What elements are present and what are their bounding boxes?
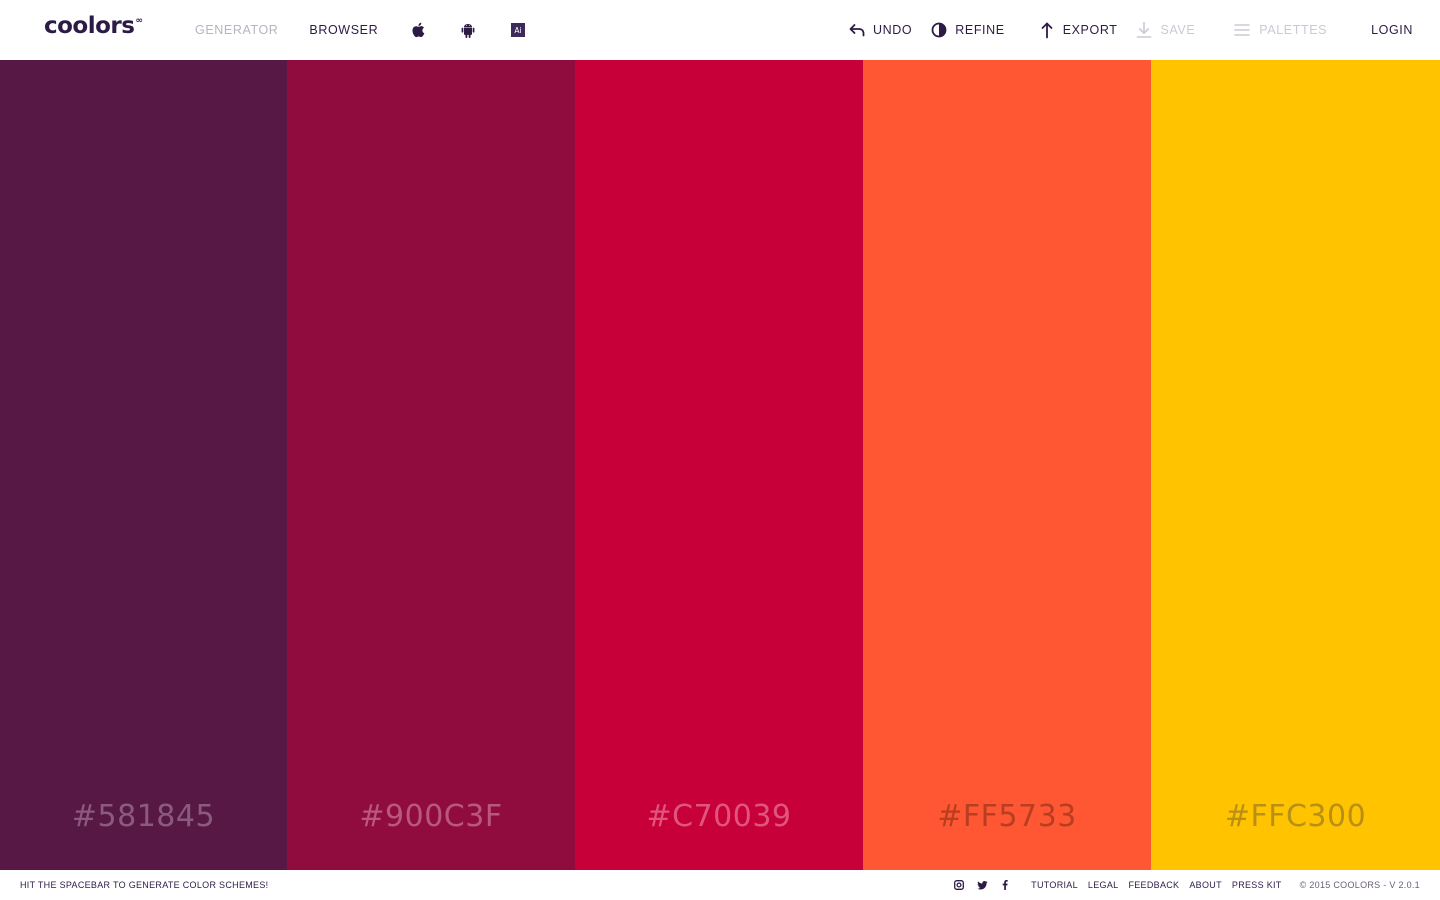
hex-code-label[interactable]: #900C3F bbox=[287, 799, 575, 834]
hex-code-label[interactable]: #C70039 bbox=[575, 799, 863, 834]
color-swatch-3[interactable]: #C70039 bbox=[575, 60, 863, 870]
footer-link-tutorial[interactable]: TUTORIAL bbox=[1031, 880, 1078, 890]
contrast-circle-icon bbox=[930, 21, 948, 39]
color-swatch-5[interactable]: #FFC300 bbox=[1151, 60, 1440, 870]
login-label: LOGIN bbox=[1371, 23, 1413, 37]
hex-code-label[interactable]: #FF5733 bbox=[863, 799, 1151, 834]
undo-label: UNDO bbox=[873, 23, 913, 37]
color-swatch-1[interactable]: #581845 bbox=[0, 60, 287, 870]
spacebar-tip: HIT THE SPACEBAR TO GENERATE COLOR SCHEM… bbox=[20, 880, 269, 890]
toolbar: UNDO REFINE EXPORT SAVE PALETTES LOGIN bbox=[848, 0, 1440, 60]
adobe-illustrator-icon[interactable]: Ai bbox=[509, 21, 527, 39]
footer-link-feedback[interactable]: FEEDBACK bbox=[1128, 880, 1179, 890]
instagram-icon[interactable] bbox=[952, 878, 966, 892]
save-button[interactable]: SAVE bbox=[1135, 21, 1195, 39]
apple-icon[interactable] bbox=[409, 21, 427, 39]
footer-link-about[interactable]: ABOUT bbox=[1189, 880, 1222, 890]
facebook-icon[interactable] bbox=[998, 878, 1012, 892]
logo-text: coolors bbox=[44, 13, 135, 39]
nav-generator[interactable]: GENERATOR bbox=[195, 23, 278, 37]
palettes-button[interactable]: PALETTES bbox=[1233, 21, 1327, 39]
refine-button[interactable]: REFINE bbox=[930, 21, 1004, 39]
footer-bar: HIT THE SPACEBAR TO GENERATE COLOR SCHEM… bbox=[0, 870, 1440, 900]
menu-lines-icon bbox=[1233, 21, 1251, 39]
color-swatch-4[interactable]: #FF5733 bbox=[863, 60, 1151, 870]
top-navigation-bar: coolors ∞ GENERATOR BROWSER Ai UNDO REFI… bbox=[0, 0, 1440, 60]
arrow-up-icon bbox=[1038, 21, 1056, 39]
copyright-text: © 2015 COOLORS - V 2.0.1 bbox=[1299, 880, 1420, 890]
undo-arrow-icon bbox=[848, 21, 866, 39]
download-icon bbox=[1135, 21, 1153, 39]
color-swatch-2[interactable]: #900C3F bbox=[287, 60, 575, 870]
palettes-label: PALETTES bbox=[1259, 23, 1328, 37]
hex-code-label[interactable]: #FFC300 bbox=[1151, 799, 1440, 834]
undo-button[interactable]: UNDO bbox=[848, 21, 912, 39]
coolors-logo[interactable]: coolors ∞ bbox=[44, 13, 143, 39]
footer-links: TUTORIAL LEGAL FEEDBACK ABOUT PRESS KIT … bbox=[952, 870, 1420, 900]
twitter-icon[interactable] bbox=[975, 878, 989, 892]
export-label: EXPORT bbox=[1062, 23, 1118, 37]
nav-browser[interactable]: BROWSER bbox=[309, 23, 378, 37]
export-button[interactable]: EXPORT bbox=[1038, 21, 1118, 39]
login-button[interactable]: LOGIN bbox=[1371, 23, 1413, 37]
color-palette: #581845 #900C3F #C70039 #FF5733 #FFC300 bbox=[0, 60, 1440, 870]
primary-nav: GENERATOR BROWSER Ai bbox=[195, 0, 559, 60]
android-icon[interactable] bbox=[459, 21, 477, 39]
hex-code-label[interactable]: #581845 bbox=[0, 799, 287, 834]
save-label: SAVE bbox=[1160, 23, 1196, 37]
footer-link-press-kit[interactable]: PRESS KIT bbox=[1232, 880, 1282, 890]
adobe-icon-text: Ai bbox=[515, 26, 522, 35]
footer-link-legal[interactable]: LEGAL bbox=[1088, 880, 1119, 890]
refine-label: REFINE bbox=[955, 23, 1005, 37]
logo-infinity-mark: ∞ bbox=[135, 16, 143, 26]
